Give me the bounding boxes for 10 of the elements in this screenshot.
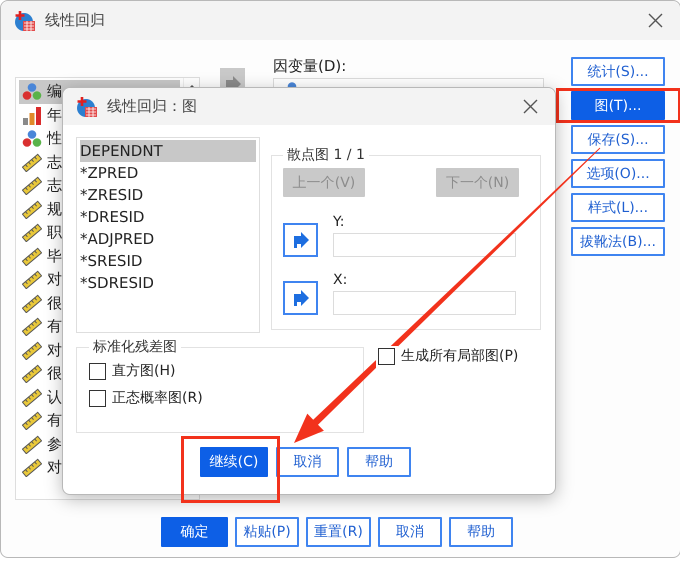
group-title: 标准化残差图: [92, 338, 178, 356]
checkbox-label: 正态概率图(R): [112, 389, 203, 407]
window-title: 线性回归: [45, 11, 106, 30]
axis-label: X:: [333, 272, 348, 290]
window-title: 线性回归：图: [107, 97, 198, 116]
axis-label: Y:: [333, 214, 346, 232]
group-title: 散点图 1 / 1: [286, 146, 366, 164]
checkbox-label: 生成所有局部图(P): [401, 347, 518, 365]
checkbox-label: 直方图(H): [112, 362, 176, 380]
field-label: 因变量(D):: [273, 57, 348, 76]
